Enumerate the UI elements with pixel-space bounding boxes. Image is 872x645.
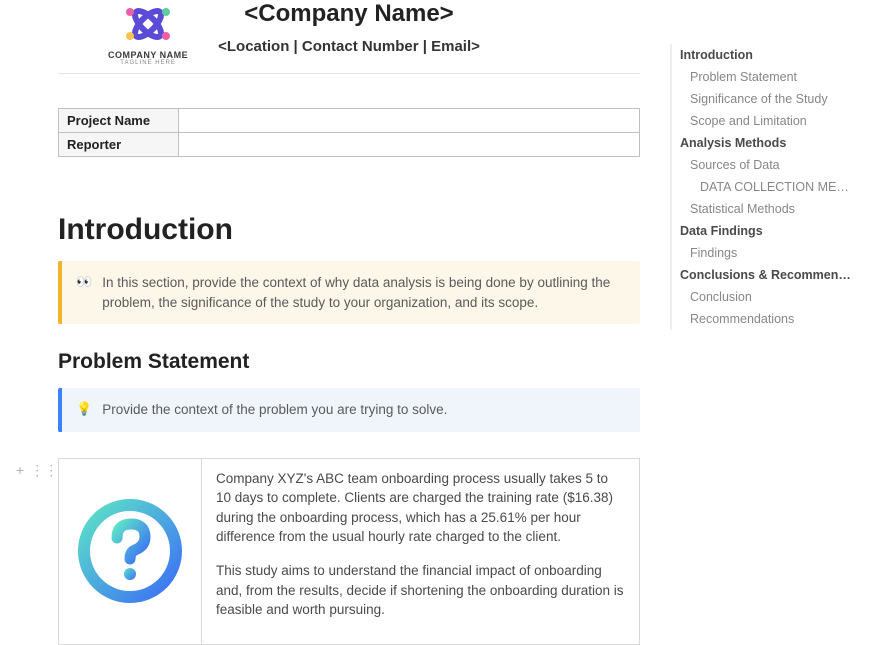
toc-item-analysis-methods[interactable]: Analysis Methods xyxy=(672,132,856,154)
introduction-callout[interactable]: 👀 In this section, provide the context o… xyxy=(58,261,640,324)
toc-item-recommendations[interactable]: Recommendations xyxy=(672,308,856,330)
table-of-contents: Introduction Problem Statement Significa… xyxy=(670,44,856,330)
heading-introduction[interactable]: Introduction xyxy=(58,213,640,247)
project-name-value[interactable] xyxy=(179,109,640,133)
toc-item-scope[interactable]: Scope and Limitation xyxy=(672,110,856,132)
logo-tagline: TAGLINE HERE xyxy=(120,60,176,66)
project-name-label: Project Name xyxy=(59,109,179,133)
toc-item-conclusions[interactable]: Conclusions & Recommendations xyxy=(672,264,856,286)
table-row: Project Name xyxy=(59,109,640,133)
logo-icon xyxy=(118,0,178,48)
toc-item-conclusion[interactable]: Conclusion xyxy=(672,286,856,308)
table-row: Reporter xyxy=(59,133,640,157)
problem-paragraph-1: Company XYZ's ABC team onboarding proces… xyxy=(216,469,625,547)
project-info-table: Project Name Reporter xyxy=(58,108,640,157)
problem-content-block[interactable]: Company XYZ's ABC team onboarding proces… xyxy=(58,458,640,645)
bulb-icon: 💡 xyxy=(76,400,92,420)
reporter-label: Reporter xyxy=(59,133,179,157)
toc-item-statistical[interactable]: Statistical Methods xyxy=(672,198,856,220)
toc-item-introduction[interactable]: Introduction xyxy=(672,44,856,66)
toc-item-data-findings[interactable]: Data Findings xyxy=(672,220,856,242)
eyes-icon: 👀 xyxy=(76,273,92,312)
company-meta-placeholder[interactable]: <Location | Contact Number | Email> xyxy=(218,38,480,55)
company-name-placeholder[interactable]: <Company Name> xyxy=(244,0,453,28)
add-block-button[interactable]: + xyxy=(16,462,24,479)
question-illustration xyxy=(59,459,201,644)
logo-text: COMPANY NAME xyxy=(108,50,188,60)
toc-item-significance[interactable]: Significance of the Study xyxy=(672,88,856,110)
heading-problem-statement[interactable]: Problem Statement xyxy=(58,350,640,374)
document-main: COMPANY NAME TAGLINE HERE <Company Name>… xyxy=(0,0,660,645)
introduction-callout-text: In this section, provide the context of … xyxy=(102,273,626,312)
toc-item-findings[interactable]: Findings xyxy=(672,242,856,264)
block-handles: + ⋮⋮ xyxy=(16,462,58,479)
toc-item-problem-statement[interactable]: Problem Statement xyxy=(672,66,856,88)
reporter-value[interactable] xyxy=(179,133,640,157)
toc-item-sources[interactable]: Sources of Data xyxy=(672,154,856,176)
question-mark-icon xyxy=(75,496,185,606)
problem-callout[interactable]: 💡 Provide the context of the problem you… xyxy=(58,388,640,432)
problem-paragraph-2: This study aims to understand the financ… xyxy=(216,561,625,620)
drag-handle-icon[interactable]: ⋮⋮ xyxy=(30,462,58,479)
problem-body-text[interactable]: Company XYZ's ABC team onboarding proces… xyxy=(201,459,639,644)
problem-callout-text: Provide the context of the problem you a… xyxy=(102,400,447,420)
company-logo: COMPANY NAME TAGLINE HERE xyxy=(108,0,188,66)
toc-item-data-collection[interactable]: DATA COLLECTION METHOD xyxy=(672,176,856,198)
